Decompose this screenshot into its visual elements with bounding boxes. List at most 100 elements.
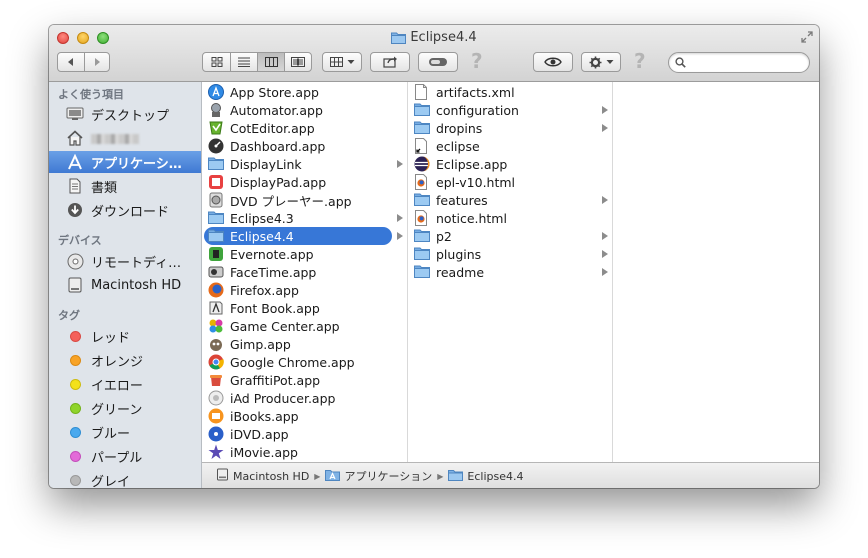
list-view-button[interactable] bbox=[230, 53, 257, 71]
folder-row-eclipse4-4[interactable]: Eclipse4.4 bbox=[202, 227, 407, 245]
file-name: eclipse bbox=[436, 138, 480, 154]
sidebar-item-documents[interactable]: 書類 bbox=[49, 175, 201, 197]
sidebar-item-label: リモートディ… bbox=[91, 255, 182, 271]
file-row-dvd-app[interactable]: DVD プレーヤー.app bbox=[202, 191, 407, 209]
file-row-automator-app[interactable]: Automator.app bbox=[202, 101, 407, 119]
file-name: iDVD.app bbox=[230, 426, 289, 442]
folder-icon bbox=[414, 120, 430, 136]
file-row-idvd-app[interactable]: iDVD.app bbox=[202, 425, 407, 443]
arrange-button[interactable] bbox=[322, 52, 362, 72]
file-row-artifacts-xml[interactable]: artifacts.xml bbox=[408, 83, 612, 101]
applications-icon bbox=[66, 154, 84, 170]
sidebar-item-downloads[interactable]: ダウンロード bbox=[49, 199, 201, 221]
folder-row-dropins[interactable]: dropins bbox=[408, 119, 612, 137]
back-button[interactable] bbox=[58, 53, 84, 71]
sidebar-tag-yellow[interactable]: イエロー bbox=[49, 373, 201, 395]
html-document-icon bbox=[414, 210, 430, 226]
downloads-icon bbox=[66, 202, 84, 218]
path-crumb-macintosh-hd[interactable]: Macintosh HD bbox=[216, 468, 309, 484]
file-name: Google Chrome.app bbox=[230, 354, 355, 370]
quick-look-button[interactable] bbox=[533, 52, 573, 72]
file-row-displaypad-app[interactable]: DisplayPad.app bbox=[202, 173, 407, 191]
file-name: Dashboard.app bbox=[230, 138, 326, 154]
sidebar-tag-green[interactable]: グリーン bbox=[49, 397, 201, 419]
sidebar-tag-orange[interactable]: オレンジ bbox=[49, 349, 201, 371]
file-row-imovie-app[interactable]: iMovie.app bbox=[202, 443, 407, 461]
tag-dot-yellow bbox=[66, 376, 84, 392]
file-row-dashboard-app[interactable]: Dashboard.app bbox=[202, 137, 407, 155]
dashboard-icon bbox=[208, 138, 224, 154]
file-name: Gimp.app bbox=[230, 336, 291, 352]
sidebar-item-remote-disc[interactable]: リモートディ… bbox=[49, 250, 201, 272]
folder-row-readme[interactable]: readme bbox=[408, 263, 612, 281]
cover-flow-view-button[interactable] bbox=[284, 53, 311, 71]
file-row-notice-html[interactable]: notice.html bbox=[408, 209, 612, 227]
tag-dot-red bbox=[66, 328, 84, 344]
file-row-game-center-app[interactable]: Game Center.app bbox=[202, 317, 407, 335]
sidebar-item-desktop[interactable]: デスクトップ bbox=[49, 103, 201, 125]
sidebar-item-label: ダウンロード bbox=[91, 204, 170, 220]
sidebar-item-macintosh-hd[interactable]: Macintosh HD bbox=[49, 274, 201, 296]
file-row-firefox-app[interactable]: Firefox.app bbox=[202, 281, 407, 299]
disclosure-arrow-icon bbox=[602, 196, 608, 204]
file-row-app-store-app[interactable]: App Store.app bbox=[202, 83, 407, 101]
sidebar-item-applications[interactable]: アプリケーシ… bbox=[49, 151, 201, 173]
file-row-font-book-app[interactable]: Font Book.app bbox=[202, 299, 407, 317]
sidebar-item-label: グレイ bbox=[91, 474, 131, 489]
file-row-epl-v10-html[interactable]: epl-v10.html bbox=[408, 173, 612, 191]
sidebar-tag-red[interactable]: レッド bbox=[49, 325, 201, 347]
file-name: readme bbox=[436, 264, 485, 280]
disclosure-arrow-icon bbox=[602, 250, 608, 258]
idvd-icon bbox=[208, 426, 224, 442]
file-row-graffitipot-app[interactable]: GraffitiPot.app bbox=[202, 371, 407, 389]
search-input[interactable] bbox=[691, 55, 807, 72]
forward-button[interactable] bbox=[84, 53, 109, 71]
folder-row-features[interactable]: features bbox=[408, 191, 612, 209]
file-name: Game Center.app bbox=[230, 318, 340, 334]
sidebar-tag-purple[interactable]: パープル bbox=[49, 445, 201, 467]
eclipse-icon bbox=[414, 156, 430, 172]
file-name: Evernote.app bbox=[230, 246, 314, 262]
folder-row-plugins[interactable]: plugins bbox=[408, 245, 612, 263]
file-row-google-chrome-app[interactable]: Google Chrome.app bbox=[202, 353, 407, 371]
icon-view-button[interactable] bbox=[203, 53, 230, 71]
file-row-evernote-app[interactable]: Evernote.app bbox=[202, 245, 407, 263]
file-name: iBooks.app bbox=[230, 408, 299, 424]
path-crumb-applications[interactable]: アプリケーション bbox=[325, 468, 432, 484]
folder-icon bbox=[414, 246, 430, 262]
file-name: plugins bbox=[436, 246, 482, 262]
file-row-facetime-app[interactable]: FaceTime.app bbox=[202, 263, 407, 281]
file-row-iad-producer-app[interactable]: iAd Producer.app bbox=[202, 389, 407, 407]
file-row-eclipse-app[interactable]: Eclipse.app bbox=[408, 155, 612, 173]
disclosure-arrow-icon bbox=[602, 124, 608, 132]
folder-row-displaylink[interactable]: DisplayLink bbox=[202, 155, 407, 173]
facetime-icon bbox=[208, 264, 224, 280]
file-row-gimp-app[interactable]: Gimp.app bbox=[202, 335, 407, 353]
sidebar-item-home[interactable] bbox=[49, 127, 201, 149]
sidebar-item-label: Macintosh HD bbox=[91, 277, 182, 293]
path-crumb-eclipse44[interactable]: Eclipse4.4 bbox=[448, 469, 523, 484]
file-row-coteditor-app[interactable]: CotEditor.app bbox=[202, 119, 407, 137]
action-menu-button[interactable] bbox=[581, 52, 621, 72]
file-name: artifacts.xml bbox=[436, 84, 515, 100]
sidebar-section-tags: タグ bbox=[58, 309, 80, 322]
file-name: FaceTime.app bbox=[230, 264, 317, 280]
sidebar-tag-blue[interactable]: ブルー bbox=[49, 421, 201, 443]
imovie-icon bbox=[208, 444, 224, 460]
file-row-eclipse[interactable]: eclipse bbox=[408, 137, 612, 155]
file-row-ibooks-app[interactable]: iBooks.app bbox=[202, 407, 407, 425]
sidebar-section-favorites: よく使う項目 bbox=[58, 88, 124, 101]
arrange-grid-icon bbox=[329, 57, 343, 67]
folder-row-p2[interactable]: p2 bbox=[408, 227, 612, 245]
column-view-button[interactable] bbox=[257, 53, 284, 71]
folder-row-eclipse4-3[interactable]: Eclipse4.3 bbox=[202, 209, 407, 227]
folder-row-configuration[interactable]: configuration bbox=[408, 101, 612, 119]
path-crumb-label: Macintosh HD bbox=[233, 469, 310, 483]
sidebar-tag-gray[interactable]: グレイ bbox=[49, 469, 201, 488]
search-field[interactable] bbox=[668, 52, 810, 73]
file-name: Eclipse4.3 bbox=[230, 210, 294, 226]
share-button[interactable] bbox=[370, 52, 410, 72]
file-name: p2 bbox=[436, 228, 452, 244]
fullscreen-icon[interactable] bbox=[801, 31, 813, 43]
edit-tags-button[interactable] bbox=[418, 52, 458, 72]
